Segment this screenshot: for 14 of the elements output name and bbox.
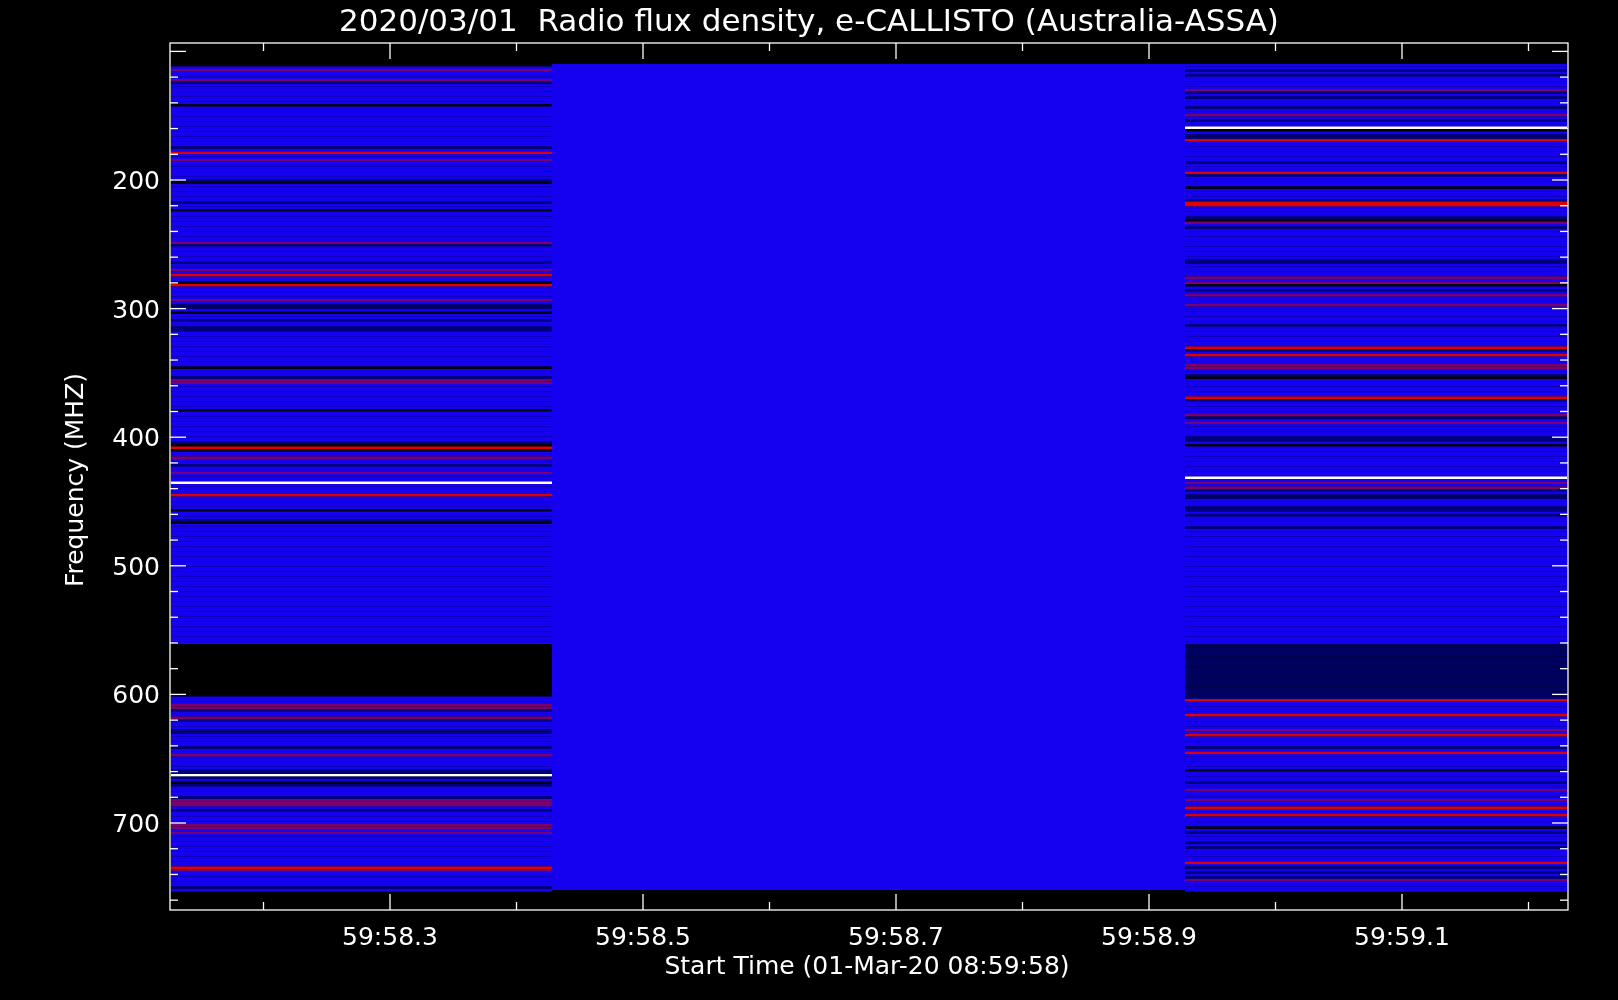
x-tick-label: 59:58.9 bbox=[1101, 922, 1197, 951]
y-tick-label: 500 bbox=[112, 551, 160, 581]
y-tick-label: 200 bbox=[112, 166, 160, 195]
x-tick-label: 59:59.1 bbox=[1354, 922, 1450, 951]
x-tick-label: 59:58.3 bbox=[342, 922, 438, 951]
y-tick-label: 300 bbox=[112, 294, 160, 324]
y-tick-label: 700 bbox=[112, 809, 160, 838]
y-tick-label: 400 bbox=[112, 423, 160, 453]
x-tick-label: 59:58.5 bbox=[595, 922, 691, 951]
x-tick-label: 59:58.7 bbox=[848, 922, 944, 951]
x-axis-label: Start Time (01-Mar-20 08:59:58) bbox=[664, 951, 1070, 980]
y-tick-label: 600 bbox=[112, 680, 160, 710]
chart-title: 2020/03/01 Radio flux density, e-CALLISTO (Australia-ASSA) bbox=[339, 2, 1279, 38]
y-axis-label: Frequency (MHZ) bbox=[60, 372, 89, 588]
